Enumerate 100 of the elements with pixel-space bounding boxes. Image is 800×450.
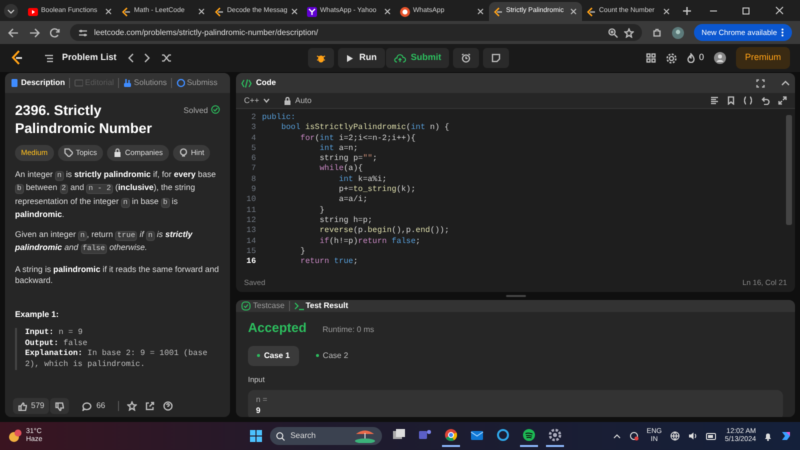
code-line: int k=a%i;: [338, 174, 387, 185]
alarm-icon: [461, 53, 472, 63]
bookmark-star-icon[interactable]: [624, 28, 634, 38]
browser-icon: [444, 428, 458, 442]
language-dropdown[interactable]: C++: [244, 94, 270, 106]
line-number: 9: [250, 185, 257, 196]
problem-list-link[interactable]: Problem List: [62, 51, 117, 65]
close-icon[interactable]: [197, 7, 206, 16]
result-status: Accepted: [248, 319, 307, 337]
assistant-icon[interactable]: [780, 430, 792, 442]
autocomplete-mode[interactable]: Auto: [295, 94, 312, 106]
previous-icon[interactable]: [126, 53, 134, 63]
logo-icon: [214, 6, 224, 16]
thumbs-down-icon: [55, 402, 64, 410]
scrollbar[interactable]: [786, 115, 792, 225]
comments-button[interactable]: 66: [77, 398, 110, 414]
submit-button[interactable]: Submit: [386, 48, 450, 68]
flame-icon: [686, 53, 695, 63]
next-icon[interactable]: [144, 53, 151, 63]
line-number: 2: [250, 113, 257, 124]
new-tab-icon[interactable]: [681, 5, 693, 17]
undo-icon[interactable]: [761, 96, 770, 105]
problem-title: 2396. Strictly Palindromic Number: [15, 101, 153, 137]
panel-tab[interactable]: Submiss: [176, 77, 218, 89]
panel-tab[interactable]: Solutions: [122, 77, 167, 89]
collapse-icon[interactable]: [781, 78, 790, 88]
run-button[interactable]: Run: [338, 48, 385, 68]
premium-button[interactable]: Premium: [736, 47, 790, 69]
profile-icon[interactable]: [672, 26, 684, 38]
extensions-icon[interactable]: [652, 28, 662, 38]
code-line: p+=to_string(k);: [338, 185, 416, 195]
line-number: 14: [245, 236, 257, 247]
site-info-icon[interactable]: [78, 28, 88, 38]
code-line: for(int i=2;i<=n-2;i++){: [299, 134, 416, 144]
example-line: Input: n = 9: [25, 328, 84, 338]
code-line: while(a){: [318, 164, 363, 175]
layout-icon[interactable]: [646, 53, 656, 63]
restore-icon[interactable]: [742, 6, 751, 15]
fullscreen-icon[interactable]: [756, 78, 765, 88]
chevron-up-icon[interactable]: [612, 433, 621, 439]
shuffle-icon[interactable]: [160, 53, 172, 63]
logo-icon[interactable]: [10, 50, 24, 66]
settings-icon[interactable]: [666, 52, 677, 64]
expand-icon[interactable]: [778, 96, 787, 105]
braces-icon[interactable]: [743, 96, 753, 105]
close-icon[interactable]: [104, 7, 113, 16]
like-button[interactable]: 579: [13, 398, 50, 414]
input-value-box: n = 9: [248, 390, 783, 417]
tab-search-icon[interactable]: [4, 4, 18, 18]
back-icon[interactable]: [8, 28, 19, 38]
search-field[interactable]: Search: [270, 427, 382, 445]
resize-handle[interactable]: [506, 295, 526, 297]
notes-button[interactable]: [483, 48, 510, 68]
dislike-button[interactable]: [50, 398, 70, 414]
close-icon[interactable]: [775, 6, 784, 15]
comment-icon: [82, 402, 92, 410]
format-icon[interactable]: [710, 96, 719, 105]
alarm-button[interactable]: [453, 48, 480, 68]
help-icon[interactable]: [163, 401, 174, 411]
share-icon[interactable]: [145, 401, 156, 411]
debug-button[interactable]: [308, 48, 334, 68]
code-line: return true;: [299, 257, 358, 268]
bookmark-icon[interactable]: [727, 96, 735, 105]
close-icon[interactable]: [383, 7, 392, 16]
start-icon[interactable]: [250, 430, 262, 442]
panel-tab[interactable]: Testcase: [241, 300, 285, 312]
close-icon[interactable]: [476, 7, 485, 16]
close-icon[interactable]: [662, 7, 671, 16]
zoom-icon[interactable]: [608, 28, 618, 38]
volume-icon[interactable]: [688, 431, 698, 441]
close-icon[interactable]: [290, 7, 300, 16]
forward-icon[interactable]: [29, 28, 40, 38]
more-icon: [781, 28, 784, 37]
code-line: string h=p;: [318, 216, 372, 226]
weather-icon: [8, 429, 22, 443]
code-line: }: [318, 206, 324, 216]
close-icon[interactable]: [569, 7, 578, 16]
pass-dot-icon: [316, 354, 319, 357]
reload-icon[interactable]: [50, 28, 60, 38]
bell-icon[interactable]: [764, 432, 772, 440]
star-icon[interactable]: [127, 401, 138, 411]
thumbs-up-icon: [18, 402, 27, 410]
check-circle-icon: [211, 105, 220, 114]
ring-icon: [496, 428, 510, 442]
panel-tab[interactable]: Test Result: [294, 300, 348, 312]
example-line: Explanation: In base 2: 9 = 1001 (base 2), which is palindromic.: [25, 349, 208, 370]
cloud-upload-icon: [394, 54, 406, 62]
settings-icon: [548, 428, 562, 442]
avatar-icon[interactable]: [714, 52, 726, 64]
network-icon[interactable]: [670, 431, 680, 441]
code-line: if(h!=p)return false;: [318, 236, 420, 247]
battery-icon[interactable]: [706, 432, 717, 440]
team-chat-icon: [418, 428, 432, 442]
code-line: a=a/i;: [338, 195, 368, 206]
terminal-icon: [294, 301, 304, 311]
case-tab[interactable]: Case 2: [306, 346, 358, 366]
line-number: 4: [250, 134, 257, 144]
check-box-icon: [241, 301, 251, 311]
case-tab[interactable]: Case 1: [248, 346, 299, 366]
panel-tab[interactable]: Description: [10, 77, 66, 89]
